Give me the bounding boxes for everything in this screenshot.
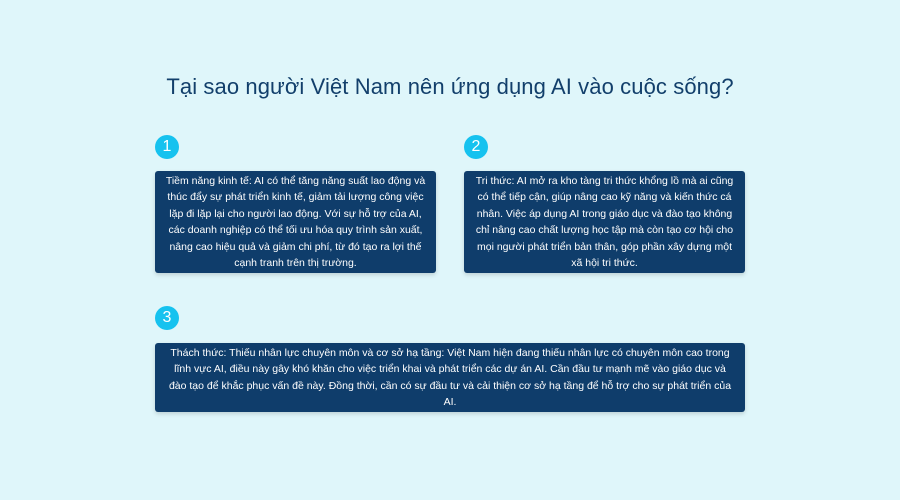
card-text: Tri thức: AI mở ra kho tàng tri thức khổ… — [475, 174, 734, 270]
card-text: Thách thức: Thiếu nhân lực chuyên môn và… — [168, 346, 732, 409]
card-knowledge: Tri thức: AI mở ra kho tàng tri thức khổ… — [464, 171, 745, 273]
page-title: Tại sao người Việt Nam nên ứng dụng AI v… — [166, 74, 734, 99]
card-economic-potential: Tiềm năng kinh tế: AI có thể tăng năng s… — [155, 171, 436, 273]
card-challenges: Thách thức: Thiếu nhân lực chuyên môn và… — [155, 343, 745, 412]
number-badge-2: 2 — [464, 135, 488, 159]
number-badge-1: 1 — [155, 135, 179, 159]
number-badge-3: 3 — [155, 306, 179, 330]
card-text: Tiềm năng kinh tế: AI có thể tăng năng s… — [165, 174, 426, 270]
